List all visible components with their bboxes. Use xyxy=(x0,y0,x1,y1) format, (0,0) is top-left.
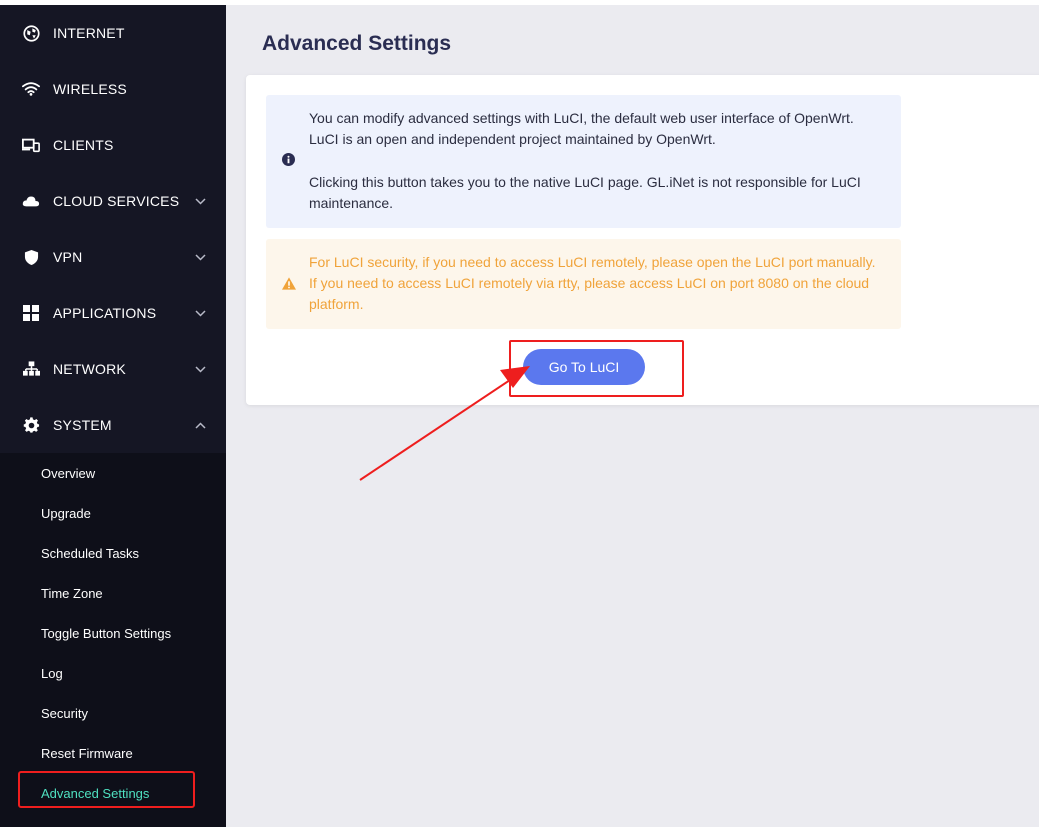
submenu-item-label: Upgrade xyxy=(41,505,91,521)
submenu-item-toggle-button-settings[interactable]: Toggle Button Settings xyxy=(0,613,226,653)
sidebar-item-label: VPN xyxy=(53,249,83,265)
shield-icon xyxy=(22,248,40,266)
sidebar-item-label: APPLICATIONS xyxy=(53,305,157,321)
warning-icon xyxy=(282,277,296,295)
info-text-line-1: You can modify advanced settings with Lu… xyxy=(309,110,854,126)
submenu-item-overview[interactable]: Overview xyxy=(0,453,226,493)
submenu-item-label: Reset Firmware xyxy=(41,745,133,761)
chevron-down-icon xyxy=(193,194,207,208)
sidebar-item-label: SYSTEM xyxy=(53,417,112,433)
sidebar-item-network[interactable]: NETWORK xyxy=(0,341,226,397)
sidebar-item-clients[interactable]: CLIENTS xyxy=(0,117,226,173)
globe-icon xyxy=(22,24,40,42)
submenu-item-label: Log xyxy=(41,665,63,681)
cloud-icon xyxy=(22,192,40,210)
page-title: Advanced Settings xyxy=(262,32,452,55)
devices-icon xyxy=(22,136,40,154)
submenu-item-log[interactable]: Log xyxy=(0,653,226,693)
chevron-down-icon xyxy=(193,362,207,376)
info-icon xyxy=(282,153,295,171)
submenu-item-advanced-settings[interactable]: Advanced Settings xyxy=(0,773,226,813)
info-text-line-2: LuCI is an open and independent project … xyxy=(309,131,716,147)
go-to-luci-button[interactable]: Go To LuCI xyxy=(523,349,645,385)
submenu-item-label: Toggle Button Settings xyxy=(41,625,172,641)
sidebar-item-label: INTERNET xyxy=(53,25,125,41)
sidebar: INTERNET WIRELESS CLIENTS CLOUD SERVICES… xyxy=(0,5,226,827)
main-content: Advanced Settings You can modify advance… xyxy=(226,5,1039,827)
submenu-item-scheduled-tasks[interactable]: Scheduled Tasks xyxy=(0,533,226,573)
submenu-item-reset-firmware[interactable]: Reset Firmware xyxy=(0,733,226,773)
wifi-icon xyxy=(22,80,40,98)
sidebar-item-system[interactable]: SYSTEM xyxy=(0,397,226,453)
info-text-line-3: Clicking this button takes you to the na… xyxy=(309,174,861,211)
settings-card: You can modify advanced settings with Lu… xyxy=(246,75,1039,405)
submenu-item-time-zone[interactable]: Time Zone xyxy=(0,573,226,613)
info-notice: You can modify advanced settings with Lu… xyxy=(266,95,901,228)
chevron-down-icon xyxy=(193,250,207,264)
system-submenu: Overview Upgrade Scheduled Tasks Time Zo… xyxy=(0,453,226,827)
network-icon xyxy=(22,360,40,378)
sidebar-item-cloud-services[interactable]: CLOUD SERVICES xyxy=(0,173,226,229)
sidebar-item-label: NETWORK xyxy=(53,361,126,377)
submenu-item-label: Scheduled Tasks xyxy=(41,545,140,561)
warning-text: For LuCI security, if you need to access… xyxy=(309,254,876,312)
sidebar-item-label: WIRELESS xyxy=(53,81,127,97)
warning-notice: For LuCI security, if you need to access… xyxy=(266,239,901,329)
sidebar-item-vpn[interactable]: VPN xyxy=(0,229,226,285)
chevron-up-icon xyxy=(193,418,207,432)
apps-icon xyxy=(22,304,40,322)
submenu-item-upgrade[interactable]: Upgrade xyxy=(0,493,226,533)
chevron-down-icon xyxy=(193,306,207,320)
submenu-item-label: Advanced Settings xyxy=(41,785,150,801)
sidebar-item-applications[interactable]: APPLICATIONS xyxy=(0,285,226,341)
submenu-item-label: Time Zone xyxy=(41,585,103,601)
gear-icon xyxy=(22,416,40,434)
submenu-item-label: Overview xyxy=(41,465,96,481)
sidebar-item-label: CLOUD SERVICES xyxy=(53,193,180,209)
submenu-item-label: Security xyxy=(41,705,88,721)
sidebar-item-label: CLIENTS xyxy=(53,137,114,153)
sidebar-item-internet[interactable]: INTERNET xyxy=(0,5,226,61)
sidebar-item-wireless[interactable]: WIRELESS xyxy=(0,61,226,117)
submenu-item-security[interactable]: Security xyxy=(0,693,226,733)
